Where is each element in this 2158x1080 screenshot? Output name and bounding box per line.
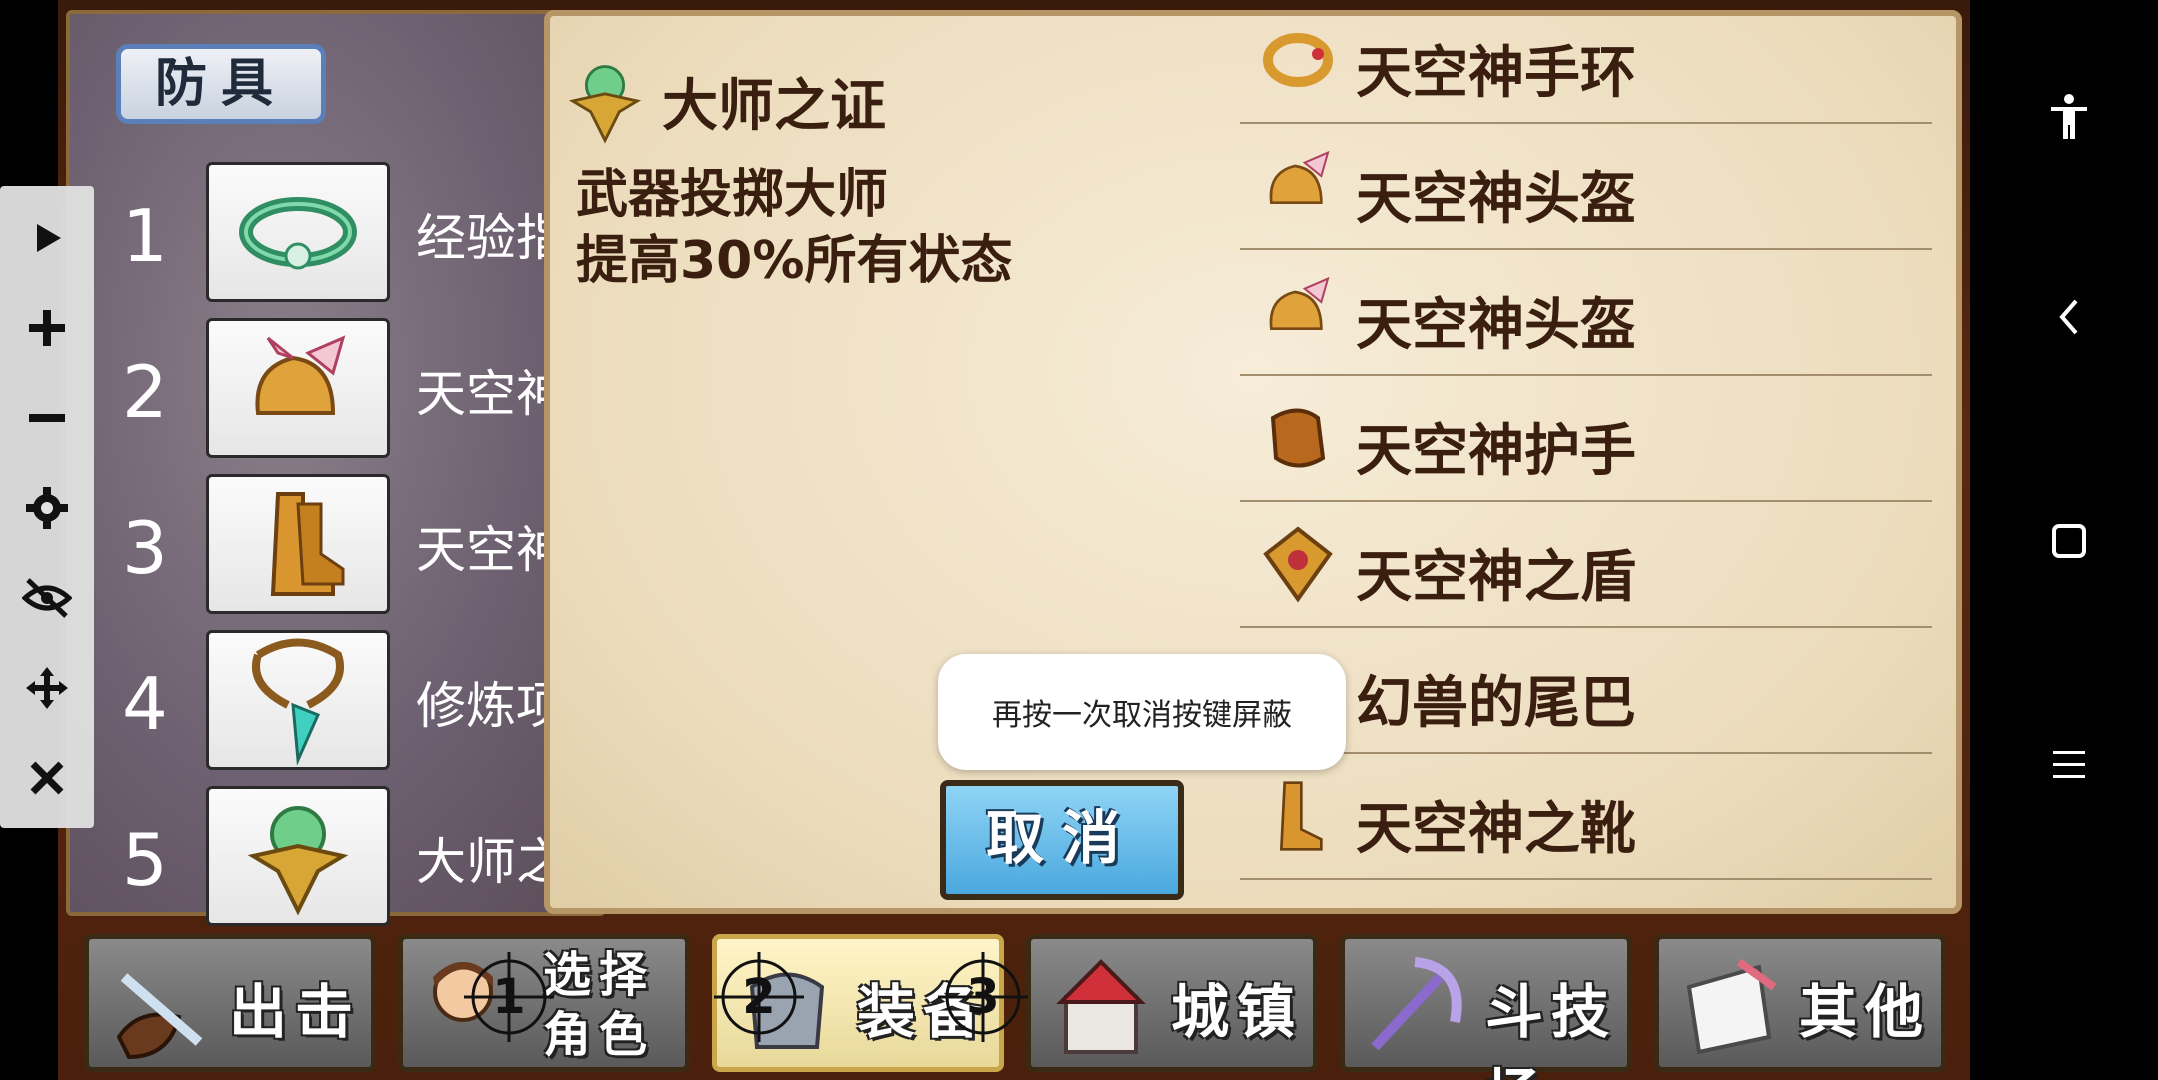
row-number: 5 [122,818,168,902]
close-button[interactable] [17,748,77,808]
armor-row-2[interactable]: 2 天空神 [70,310,610,460]
row-number: 2 [122,350,168,434]
equip-item[interactable]: 天空神护手 [1240,376,1932,502]
sword-icon [116,973,203,1060]
play-button[interactable] [17,208,77,268]
necklace-icon[interactable] [206,630,390,770]
armor-panel-title: 防具 [116,44,326,124]
helmet-icon [1269,276,1330,330]
minus-icon [29,414,65,422]
keymap-crosshair-1[interactable]: 1 [464,952,554,1042]
system-nav-bar [1976,0,2158,1080]
scythe-icon [1371,957,1462,1051]
equip-item[interactable]: 天空神手环 [1240,16,1932,124]
hide-button[interactable] [17,568,77,628]
town-button[interactable]: 城镇 [1026,934,1318,1072]
toast-message: 再按一次取消按键屏蔽 [938,654,1346,770]
detail-header: 大师之证 [562,56,886,146]
medal-icon [568,65,642,144]
equip-list: 天空神手环 天空神头盔 天空神头盔 天空神护手 天空神之盾 幻兽的尾巴 天空神之… [1240,16,1932,908]
home-icon [2052,524,2086,558]
recents-button[interactable] [2034,730,2104,800]
row-number: 3 [122,506,168,590]
armor-row-5[interactable]: 5 大师之 [70,778,610,928]
equip-item[interactable]: 天空神头盔 [1240,124,1932,250]
keymap-crosshair-3[interactable]: 3 [938,952,1028,1042]
menu-label: 其他 [1799,978,1932,1046]
eye-off-icon [22,578,72,618]
sortie-button[interactable]: 出击 [84,934,376,1072]
crosshair-number: 2 [742,969,776,1025]
helmet-icon [1269,150,1330,204]
other-button[interactable]: 其他 [1654,934,1946,1072]
menu-label-line-2: 角色 [543,1007,656,1063]
ring-icon[interactable] [206,162,390,302]
equip-label: 天空神头盔 [1356,167,1636,232]
equip-label: 天空神之盾 [1356,545,1636,610]
menu-label: 斗技场 [1485,978,1618,1080]
boots-icon [1279,781,1323,851]
back-icon [2059,299,2078,335]
armor-row-1[interactable]: 1 经验指 [70,154,610,304]
game-screen: 防具 1 经验指 2 天空神 3 天空神 4 修炼项 5 大师之 大师之证 武器… [58,0,1970,1080]
arena-button[interactable]: 斗技场 [1340,934,1632,1080]
menu-label: 选择 角色 [543,945,655,1065]
back-button[interactable] [2034,282,2104,352]
row-number: 1 [122,194,168,278]
menu-icon [2053,751,2085,778]
armor-row-3[interactable]: 3 天空神 [70,466,610,616]
armor-panel: 防具 1 经验指 2 天空神 3 天空神 4 修炼项 5 大师之 [66,10,606,926]
close-icon [30,761,64,795]
cancel-button[interactable]: 取消 [940,780,1184,900]
remove-button[interactable] [17,388,77,448]
crosshair-number: 3 [966,969,1000,1025]
menu-label-line-1: 选择 [543,947,656,1003]
gauntlet-icon [1270,408,1326,468]
castle-icon [1056,959,1146,1054]
equip-label: 天空神手环 [1356,41,1636,106]
equip-item[interactable]: 天空神之靴 [1240,754,1932,880]
armor-row-4[interactable]: 4 修炼项 [70,622,610,772]
detail-item-name: 大师之证 [662,73,886,139]
equip-label: 幻兽的尾巴 [1356,671,1636,736]
equip-label: 天空神之靴 [1356,797,1636,862]
equip-label: 天空神头盔 [1356,293,1636,358]
add-button[interactable] [17,298,77,358]
crosshair-number: 1 [492,969,526,1025]
bracelet-icon [1263,33,1333,87]
floating-toolbar [0,186,94,828]
bottom-menu: 出击 选择角色 装备 城镇 斗技场 其他 1 2 [58,926,1970,1080]
equip-item[interactable]: 天空神头盔 [1240,250,1932,376]
helmet-icon[interactable] [206,318,390,458]
move-icon [26,667,68,709]
move-button[interactable] [17,658,77,718]
scroll-icon [1686,958,1777,1055]
medal-icon[interactable] [206,786,390,926]
detail-line-2: 提高30%所有状态 [576,231,1013,291]
row-number: 4 [122,662,168,746]
shield-icon [1263,526,1333,603]
menu-label: 城镇 [1171,978,1304,1046]
detail-line-1: 武器投掷大师 [576,165,889,225]
equip-label: 天空神护手 [1356,419,1636,484]
equip-item[interactable]: 天空神之盾 [1240,502,1932,628]
gear-icon [26,487,68,529]
play-icon [37,224,61,252]
home-button[interactable] [2034,506,2104,576]
plus-icon [29,310,65,346]
boots-icon[interactable] [206,474,390,614]
menu-label: 出击 [229,978,362,1046]
accessibility-button[interactable] [2034,82,2104,152]
settings-button[interactable] [17,478,77,538]
keymap-crosshair-2[interactable]: 2 [714,952,804,1042]
detail-panel: 大师之证 武器投掷大师 提高30%所有状态 天空神手环 天空神头盔 天空神头盔 … [544,10,1962,914]
accessibility-icon [2051,94,2087,139]
